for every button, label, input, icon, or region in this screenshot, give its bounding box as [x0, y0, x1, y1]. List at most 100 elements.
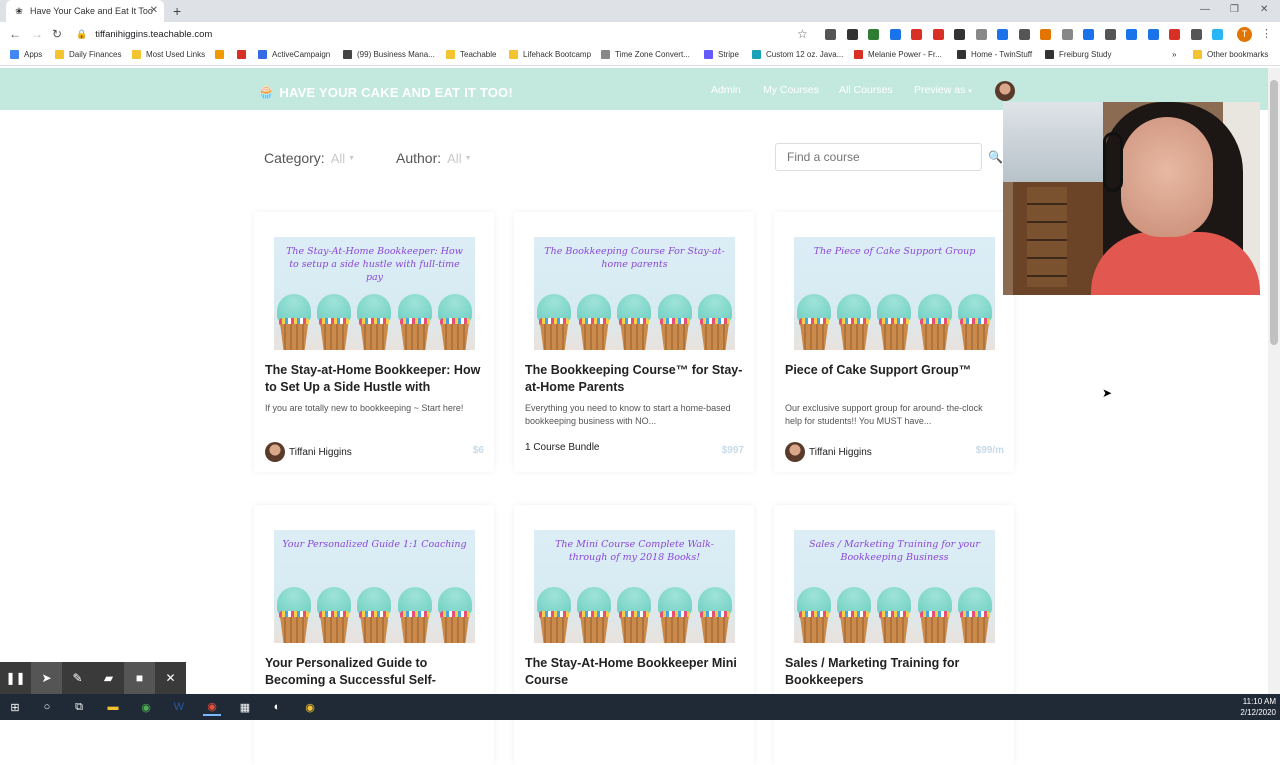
- bookmark-12[interactable]: Melanie Power - Fr...: [854, 50, 942, 59]
- nav-all-courses[interactable]: All Courses: [839, 84, 893, 96]
- extension-icon[interactable]: [1212, 29, 1223, 40]
- more-bookmarks-icon[interactable]: »: [1172, 50, 1176, 59]
- cupcake-icon: [357, 294, 392, 350]
- pointer-icon[interactable]: ➤: [31, 662, 62, 694]
- extension-icon[interactable]: [911, 29, 922, 40]
- menu-kebab-icon[interactable]: ⋮: [1261, 27, 1272, 40]
- course-title[interactable]: The Bookkeeping Course™ for Stay-at-Home…: [525, 362, 747, 396]
- bookmark-8[interactable]: Lifehack Bootcamp: [509, 50, 591, 59]
- back-icon[interactable]: ←: [9, 27, 21, 41]
- windows-start-icon[interactable]: ⊞: [6, 698, 24, 716]
- extension-icon[interactable]: [1040, 29, 1051, 40]
- url-field[interactable]: 🔒 tiffanihiggins.teachable.com: [76, 25, 816, 43]
- course-card[interactable]: The Bookkeeping Course For Stay-at-home …: [514, 212, 754, 472]
- bookmark-2[interactable]: Most Used Links: [132, 50, 205, 59]
- extension-icon[interactable]: [1169, 29, 1180, 40]
- user-avatar[interactable]: [995, 81, 1015, 101]
- bookmark-4[interactable]: [237, 50, 251, 59]
- category-filter[interactable]: Category: All ▼: [264, 146, 355, 170]
- search-icon[interactable]: 🔍: [988, 150, 1003, 164]
- system-clock[interactable]: 11:10 AM 2/12/2020: [1236, 696, 1276, 718]
- scrollbar-thumb[interactable]: [1270, 80, 1278, 345]
- extension-icon[interactable]: [868, 29, 879, 40]
- course-card[interactable]: The Piece of Cake Support Group Piece of…: [774, 212, 1014, 472]
- bookmark-15[interactable]: Other bookmarks: [1193, 50, 1268, 59]
- bookmark-star-icon[interactable]: ☆: [797, 27, 808, 41]
- nav-admin[interactable]: Admin: [711, 84, 741, 96]
- extension-icon[interactable]: [1104, 29, 1116, 40]
- course-title[interactable]: Sales / Marketing Training for Bookkeepe…: [785, 655, 1007, 689]
- bookmark-3[interactable]: [215, 50, 229, 59]
- word-icon[interactable]: W: [170, 698, 188, 716]
- cupcake-logo-icon: 🧁: [258, 84, 275, 99]
- extension-icon[interactable]: [1126, 29, 1137, 40]
- extension-icon[interactable]: [997, 29, 1008, 40]
- chrome-canary-icon[interactable]: ◉: [301, 698, 319, 716]
- bookmark-7[interactable]: Teachable: [446, 50, 496, 59]
- highlighter-icon[interactable]: ▰: [93, 662, 124, 694]
- extension-icon[interactable]: [825, 29, 836, 40]
- course-thumbnail[interactable]: The Bookkeeping Course For Stay-at-home …: [534, 237, 735, 350]
- webcam-toggle-icon[interactable]: ■: [124, 662, 155, 694]
- calculator-icon[interactable]: ▦: [236, 698, 254, 716]
- extension-icon[interactable]: [1083, 29, 1094, 40]
- close-window-icon[interactable]: ✕: [1260, 4, 1268, 15]
- course-card[interactable]: The Mini Course Complete Walk-through of…: [514, 505, 754, 765]
- close-recorder-icon[interactable]: ✕: [155, 662, 186, 694]
- course-card[interactable]: Your Personalized Guide 1:1 Coaching You…: [254, 505, 494, 765]
- pen-icon[interactable]: ✎: [62, 662, 93, 694]
- bookmark-10[interactable]: Stripe: [704, 50, 739, 59]
- bookmark-9[interactable]: Time Zone Convert...: [601, 50, 690, 59]
- course-thumbnail[interactable]: The Stay-At-Home Bookkeeper: How to setu…: [274, 237, 475, 350]
- course-title[interactable]: The Stay-At-Home Bookkeeper Mini Course: [525, 655, 747, 689]
- nav-my-courses[interactable]: My Courses: [763, 84, 819, 96]
- extension-icon[interactable]: [846, 29, 858, 40]
- chrome-icon[interactable]: ◉: [137, 698, 155, 716]
- extension-icon[interactable]: [954, 29, 965, 40]
- course-title[interactable]: Piece of Cake Support Group™: [785, 362, 1007, 396]
- bookmark-1[interactable]: Daily Finances: [55, 50, 121, 59]
- extension-icon[interactable]: [1018, 29, 1030, 40]
- extension-icon[interactable]: [932, 29, 944, 40]
- site-brand[interactable]: 🧁 HAVE YOUR CAKE AND EAT IT TOO!: [258, 84, 513, 100]
- course-thumbnail[interactable]: Sales / Marketing Training for your Book…: [794, 530, 995, 643]
- bookmark-0[interactable]: Apps: [10, 50, 42, 59]
- cortana-icon[interactable]: ○: [38, 698, 56, 716]
- course-thumbnail[interactable]: Your Personalized Guide 1:1 Coaching: [274, 530, 475, 643]
- bookmark-5[interactable]: ActiveCampaign: [258, 50, 330, 59]
- close-tab-icon[interactable]: ✕: [150, 5, 158, 16]
- profile-avatar[interactable]: T: [1237, 27, 1252, 42]
- bookmark-11[interactable]: Custom 12 oz. Java...: [752, 50, 843, 59]
- bookmark-13[interactable]: Home - TwinStuff: [957, 50, 1032, 59]
- reload-icon[interactable]: ↻: [52, 27, 62, 41]
- extension-icon[interactable]: [1061, 29, 1073, 40]
- browser-tab[interactable]: ❀ Have Your Cake and Eat It Too ✕: [6, 0, 164, 22]
- extension-icon[interactable]: [1190, 29, 1202, 40]
- search-input[interactable]: [775, 143, 982, 171]
- chrome-active-icon[interactable]: ◉: [203, 698, 221, 716]
- task-view-icon[interactable]: ⧉: [70, 698, 88, 716]
- bookmark-label: Apps: [24, 50, 43, 59]
- file-explorer-icon[interactable]: ▬: [104, 698, 122, 716]
- course-thumbnail[interactable]: The Piece of Cake Support Group: [794, 237, 995, 350]
- restore-icon[interactable]: ❐: [1230, 4, 1239, 15]
- course-card[interactable]: Sales / Marketing Training for your Book…: [774, 505, 1014, 765]
- new-tab-icon[interactable]: +: [173, 3, 181, 19]
- bookmark-6[interactable]: (99) Business Mana...: [343, 50, 435, 59]
- screen-recorder-icon[interactable]: ◐: [268, 698, 286, 716]
- minimize-icon[interactable]: —: [1200, 4, 1210, 15]
- pause-icon[interactable]: ❚❚: [0, 662, 31, 694]
- author-filter[interactable]: Author: All ▼: [396, 146, 472, 170]
- extension-icon[interactable]: [975, 29, 987, 40]
- nav-preview-as[interactable]: Preview as ▾: [914, 84, 972, 96]
- category-label: Category:: [264, 150, 325, 166]
- bookmark-14[interactable]: Freiburg Study: [1045, 50, 1111, 59]
- course-card[interactable]: The Stay-At-Home Bookkeeper: How to setu…: [254, 212, 494, 472]
- course-title[interactable]: The Stay-at-Home Bookkeeper: How to Set …: [265, 362, 487, 396]
- forward-icon[interactable]: →: [31, 27, 43, 41]
- extension-icon[interactable]: [889, 29, 901, 40]
- course-title[interactable]: Your Personalized Guide to Becoming a Su…: [265, 655, 487, 689]
- extension-icon[interactable]: [1147, 29, 1159, 40]
- thumbnail-title: The Bookkeeping Course For Stay-at-home …: [544, 246, 725, 270]
- course-thumbnail[interactable]: The Mini Course Complete Walk-through of…: [534, 530, 735, 643]
